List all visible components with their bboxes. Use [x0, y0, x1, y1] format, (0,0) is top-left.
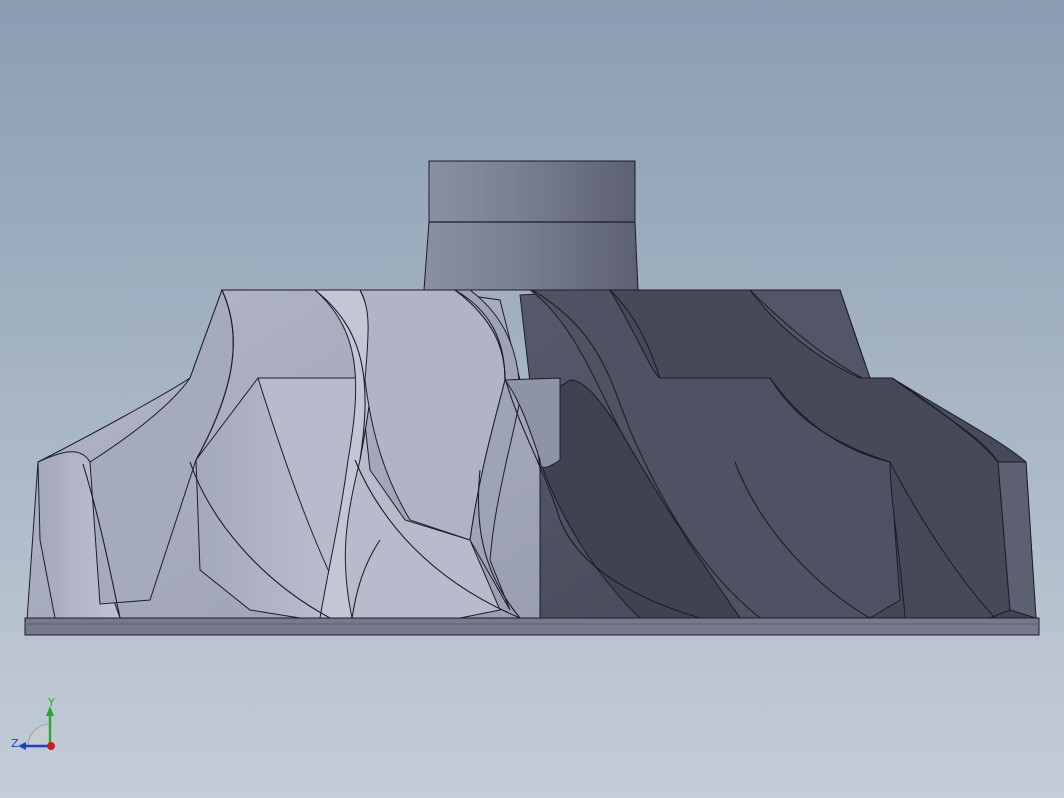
impeller-model[interactable] — [0, 0, 1064, 798]
hub-nose — [423, 160, 639, 291]
z-arrow — [18, 742, 26, 750]
y-axis-label: Y — [47, 698, 55, 709]
reference-triad: Y Z — [11, 698, 55, 750]
x-axis-dot — [47, 742, 55, 750]
z-axis-label: Z — [11, 737, 19, 750]
base-plate — [24, 617, 1040, 636]
graphics-viewport[interactable]: Y Z — [0, 0, 1064, 798]
triad-plane — [27, 723, 51, 747]
